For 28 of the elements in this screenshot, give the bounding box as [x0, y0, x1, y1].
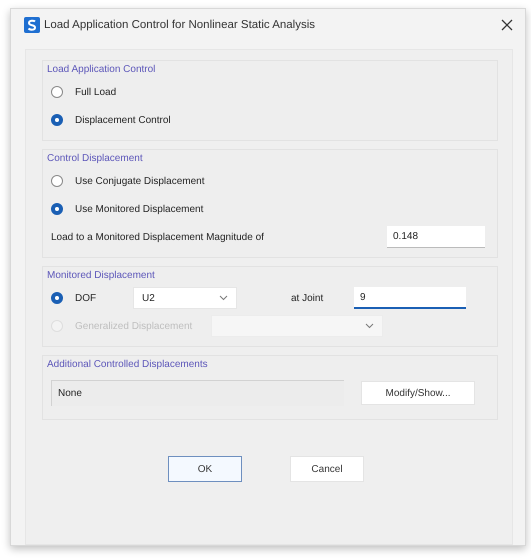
field-label: Load to a Monitored Displacement Magnitude of: [51, 232, 264, 242]
app-logo-icon: [24, 17, 40, 33]
group-title: Control Displacement: [47, 153, 144, 164]
close-icon[interactable]: [501, 19, 513, 31]
option-label: DOF: [75, 292, 98, 304]
field-label: at Joint: [291, 292, 324, 304]
dialog-button[interactable]: Cancel: [290, 456, 364, 482]
dialog-button[interactable]: OK: [168, 456, 242, 482]
caret-icon: [365, 323, 374, 329]
group-title: Additional Controlled Displacements: [47, 359, 209, 370]
option-label: Use Monitored Displacement: [75, 204, 204, 214]
option-label: Displacement Control: [75, 114, 171, 126]
option-label: Full Load: [75, 86, 116, 98]
radio-button[interactable]: [51, 292, 63, 304]
modify-show-button[interactable]: Modify/Show...: [361, 381, 475, 405]
window-title: Load Application Control for Nonlinear Static Analysis: [44, 19, 316, 31]
input-field[interactable]: 0.148: [387, 226, 485, 248]
caret-icon: [219, 295, 228, 301]
radio-button[interactable]: [51, 175, 63, 187]
input-field[interactable]: 9: [354, 287, 466, 309]
option-label: Use Conjugate Displacement: [75, 176, 205, 186]
group-title: Monitored Displacement: [47, 270, 156, 281]
group-title: Load Application Control: [47, 64, 156, 75]
list-field[interactable]: None: [51, 380, 344, 406]
radio-button[interactable]: [51, 114, 63, 126]
dropdown[interactable]: U2: [133, 287, 237, 309]
radio-button[interactable]: [51, 86, 63, 98]
radio-button[interactable]: [51, 203, 63, 215]
